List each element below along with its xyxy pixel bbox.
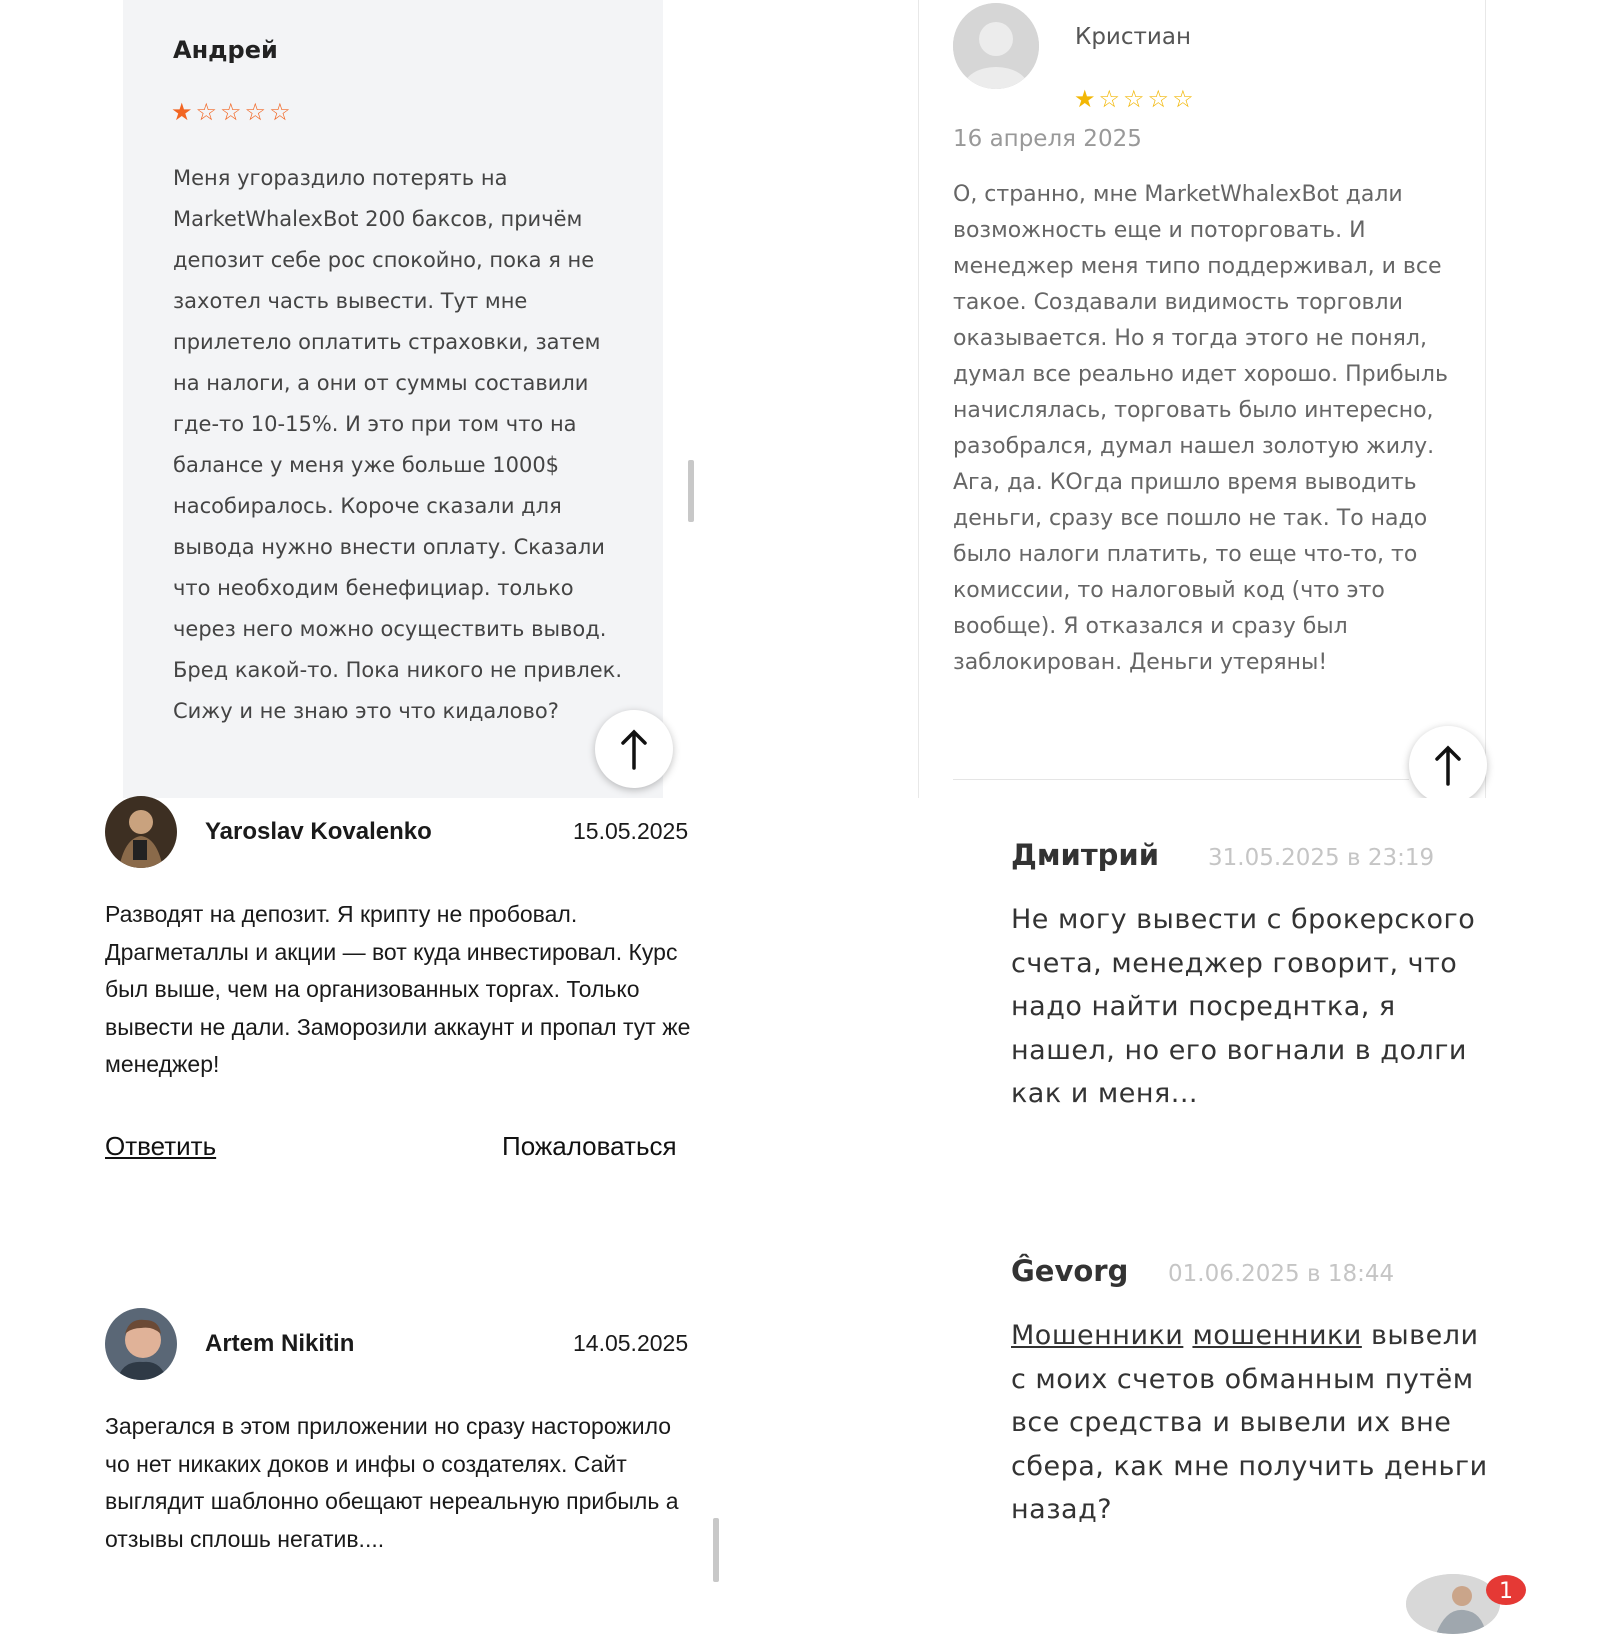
- arrow-up-icon: [1435, 745, 1461, 786]
- review-text: О, странно, мне MarketWhalexBot дали воз…: [953, 182, 1448, 675]
- review-date: 16 апреля 2025: [953, 126, 1142, 152]
- comment-text: Не могу вывести с брокерского счета, мен…: [1011, 904, 1476, 1109]
- comment-text: Мошенники мошенники вывели с моих счетов…: [1011, 1314, 1491, 1532]
- comment-text: Зарегался в этом приложении но сразу нас…: [105, 1413, 679, 1552]
- star-empty-icon: ☆: [244, 98, 267, 126]
- star-filled-icon: ★: [171, 98, 193, 126]
- avatar: [953, 3, 1039, 89]
- star-empty-icon: ☆: [220, 98, 242, 126]
- scroll-top-button[interactable]: [595, 710, 673, 788]
- tag-link[interactable]: мошенники: [1192, 1320, 1361, 1351]
- star-empty-icon: ☆: [1172, 85, 1194, 113]
- comment-date: 15.05.2025: [573, 818, 689, 844]
- review-card-andrey: Андрей ★ ☆ ☆ ☆ ☆ Меня угораздило потерять на…: [123, 0, 663, 798]
- review-author: Кристиан: [1075, 24, 1191, 50]
- divider: [953, 779, 1409, 780]
- review-text: Меня угораздило потерять на MarketWhalex…: [173, 166, 623, 723]
- comment-date: 14.05.2025: [573, 1330, 689, 1356]
- review-card-kristian: Кристиан ★ ☆ ☆ ☆ ☆ 16 апреля 2025 О, странно…: [918, 0, 1486, 798]
- comment-date: 31.05.2025 в 23:19: [1208, 845, 1435, 871]
- comment-date: 01.06.2025 в 18:44: [1168, 1261, 1395, 1287]
- avatar: [105, 796, 177, 868]
- rating-stars: ★ ☆ ☆ ☆ ☆: [1074, 87, 1197, 111]
- comment-author: Yaroslav Kovalenko: [205, 818, 432, 845]
- comment-text: Разводят на депозит. Я крипту не пробова…: [105, 901, 691, 1077]
- star-empty-icon: ☆: [1098, 85, 1121, 113]
- avatar: [105, 1308, 177, 1380]
- user-photo-icon: [105, 796, 177, 868]
- star-empty-icon: ☆: [1147, 85, 1170, 113]
- notification-badge: 1: [1486, 1575, 1526, 1605]
- reply-link[interactable]: Ответить: [105, 1131, 216, 1162]
- comment-author: Дмитрий: [1011, 838, 1160, 872]
- chat-widget-button[interactable]: [1406, 1574, 1500, 1634]
- comment-author: Artem Nikitin: [205, 1330, 355, 1357]
- user-placeholder-icon: [953, 3, 1039, 89]
- arrow-up-icon: [621, 729, 647, 770]
- rating-stars: ★ ☆ ☆ ☆ ☆: [171, 100, 294, 124]
- star-empty-icon: ☆: [195, 98, 218, 126]
- scroll-top-button[interactable]: [1409, 726, 1487, 804]
- comment-author: Ĝevorg: [1011, 1254, 1129, 1288]
- support-avatar-icon: [1406, 1574, 1500, 1634]
- scrollbar-thumb[interactable]: [713, 1518, 719, 1582]
- star-filled-icon: ★: [1074, 85, 1096, 113]
- star-empty-icon: ☆: [1123, 85, 1145, 113]
- report-link[interactable]: Пожаловаться: [502, 1131, 677, 1162]
- user-photo-icon: [105, 1308, 177, 1380]
- tag-link[interactable]: Мошенники: [1011, 1320, 1183, 1351]
- star-empty-icon: ☆: [269, 98, 291, 126]
- review-author: Андрей: [173, 36, 278, 64]
- scrollbar-thumb[interactable]: [688, 460, 694, 522]
